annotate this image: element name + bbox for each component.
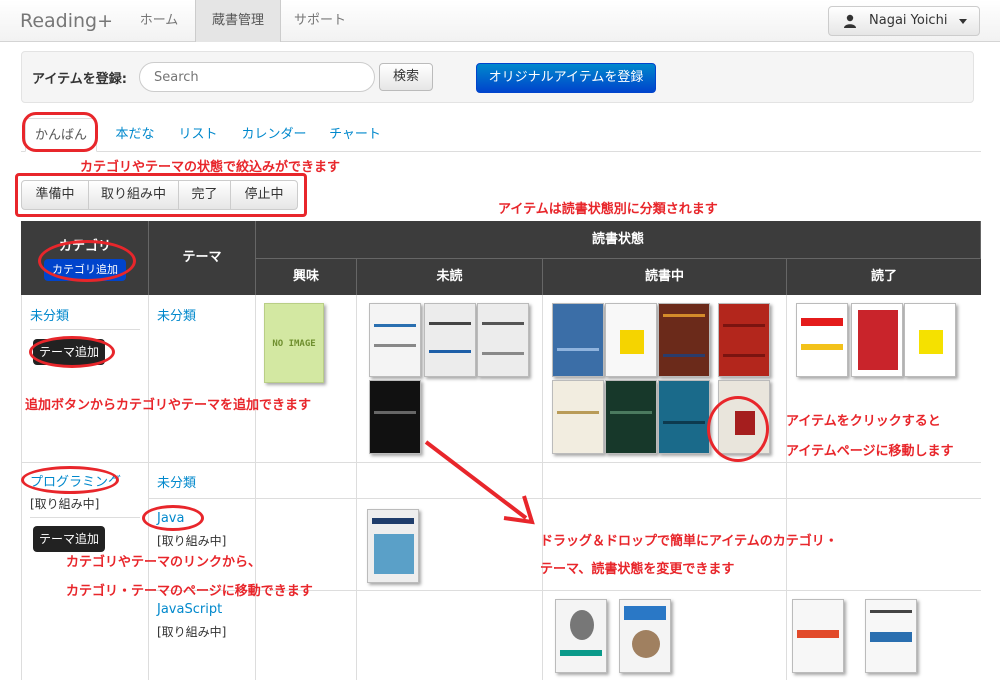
category-link-uncategorized[interactable]: 未分類 [30, 305, 69, 324]
category-status: [取り組み中] [30, 497, 100, 511]
state-cell [787, 463, 981, 499]
book-cover[interactable] [369, 303, 421, 377]
tab-calendar[interactable]: カレンダー [233, 118, 315, 152]
register-original-button[interactable]: オリジナルアイテムを登録 [476, 63, 656, 93]
theme-link-uncategorized[interactable]: 未分類 [157, 305, 196, 324]
user-icon [844, 14, 856, 28]
chevron-down-icon [959, 19, 967, 24]
book-cover[interactable] [718, 303, 770, 377]
arrow-icon [424, 440, 535, 525]
nav-support[interactable]: サポート [284, 0, 356, 42]
annotation-circle [142, 505, 204, 531]
book-cover[interactable] [605, 303, 657, 377]
book-cover[interactable] [477, 303, 529, 377]
annotation-classify: アイテムは読書状態別に分類されます [498, 202, 718, 217]
navbar: Reading+ ホーム 蔵書管理 サポート Nagai Yoichi [0, 0, 1000, 42]
brand[interactable]: Reading+ [20, 10, 113, 32]
annotation-drag-2: テーマ、読書状態を変更できます [540, 562, 735, 577]
annotation-click-1: アイテムをクリックすると [786, 414, 941, 429]
state-cell [357, 591, 543, 680]
view-tabs: かんばん 本だな リスト カレンダー チャート [21, 114, 981, 152]
book-cover[interactable] [904, 303, 956, 377]
reading-state-header: 読書状態 [256, 221, 981, 259]
theme-link-uncategorized[interactable]: 未分類 [157, 472, 196, 491]
theme-link-javascript[interactable]: JavaScript [157, 602, 222, 617]
state-cell [543, 463, 787, 499]
book-cover[interactable] [658, 303, 710, 377]
state-interest-header: 興味 [256, 259, 357, 295]
state-finished-header: 読了 [787, 259, 981, 295]
theme-status: [取り組み中] [157, 534, 227, 548]
book-cover[interactable] [619, 599, 671, 673]
annotation-circle [38, 240, 136, 282]
search-button[interactable]: 検索 [379, 63, 433, 91]
state-unread-header: 未読 [357, 259, 543, 295]
annotation-link-1: カテゴリやテーマのリンクから、 [66, 555, 262, 570]
theme-header: テーマ [149, 221, 256, 295]
book-cover[interactable] [796, 303, 848, 377]
nav-home[interactable]: ホーム [126, 0, 192, 42]
register-panel: アイテムを登録: 検索 オリジナルアイテムを登録 [21, 51, 974, 103]
state-cell [256, 591, 357, 680]
divider [30, 329, 140, 330]
book-cover[interactable] [658, 380, 710, 454]
nav-library[interactable]: 蔵書管理 [195, 0, 281, 42]
book-cover[interactable] [552, 303, 604, 377]
annotation-click-2: アイテムページに移動します [786, 444, 954, 459]
annotation-circle [707, 396, 769, 462]
register-label: アイテムを登録: [32, 72, 127, 87]
tab-chart[interactable]: チャート [323, 118, 387, 152]
annotation-drag-1: ドラッグ＆ドロップで簡単にアイテムのカテゴリ・ [540, 534, 838, 549]
book-cover[interactable] [555, 599, 607, 673]
annotation-circle [22, 112, 98, 152]
annotation-circle [21, 466, 119, 494]
state-cell [256, 499, 357, 591]
book-cover[interactable] [367, 509, 419, 583]
book-cover[interactable] [424, 303, 476, 377]
book-cover[interactable] [605, 380, 657, 454]
annotation-box [15, 173, 307, 217]
user-menu-button[interactable]: Nagai Yoichi [828, 6, 980, 36]
book-cover[interactable] [369, 380, 421, 454]
user-name: Nagai Yoichi [869, 13, 948, 28]
book-cover[interactable] [792, 599, 844, 673]
book-cover[interactable] [865, 599, 917, 673]
book-cover[interactable] [851, 303, 903, 377]
state-cell [256, 463, 357, 499]
annotation-add: 追加ボタンからカテゴリやテーマを追加できます [25, 398, 312, 413]
state-reading-header: 読書中 [543, 259, 787, 295]
book-cover[interactable] [552, 380, 604, 454]
search-input[interactable] [139, 62, 375, 92]
theme-status: [取り組み中] [157, 625, 227, 639]
tab-bookshelf[interactable]: 本だな [105, 118, 165, 152]
add-theme-button[interactable]: テーマ追加 [33, 526, 105, 552]
divider [30, 517, 140, 518]
annotation-circle [29, 336, 115, 368]
tab-list[interactable]: リスト [171, 118, 225, 152]
annotation-link-2: カテゴリ・テーマのページに移動できます [66, 584, 313, 599]
book-no-image[interactable]: NO IMAGE [264, 303, 324, 383]
